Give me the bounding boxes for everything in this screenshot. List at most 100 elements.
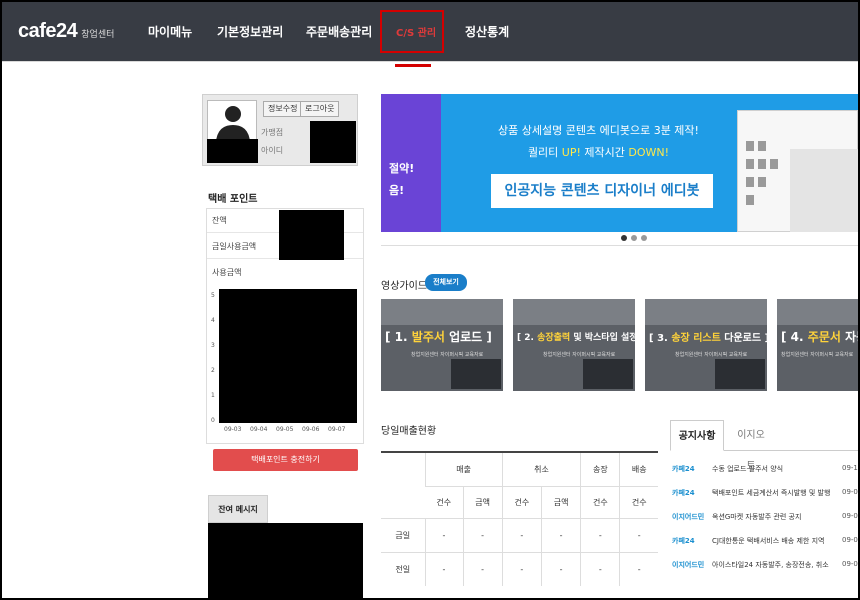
video-card-title: [ 3. 송장 리스트 다운로드 ]: [649, 333, 767, 344]
laptop-image: [451, 359, 501, 389]
active-highlight-box: [380, 10, 444, 53]
table-cell: -: [462, 517, 503, 552]
daily-sales-table: 매출 취소 송장 배송 건수 금액 건수 금액 건수 건수 금일 - - - -…: [381, 451, 658, 586]
redacted-block: [208, 523, 363, 598]
video-card-title: [ 1. 발주서 업로드 ]: [385, 330, 492, 344]
notice-item[interactable]: 카페24 수동 업로드 발주서 양식 09-1: [672, 464, 858, 480]
video-card-title: [ 4. 주문서 자동: [781, 328, 858, 345]
notice-item[interactable]: 카페24 택배포인트 세금계산서 즉시발행 및 발행 09-0: [672, 488, 858, 504]
id-label: 아이디: [261, 146, 284, 155]
laptop-image: [583, 359, 633, 389]
notice-item[interactable]: 카페24 CJ대한통운 택배서비스 배송 제한 지역 09-0: [672, 536, 858, 552]
column-header: 건수: [580, 485, 620, 518]
notice-date: 09-1: [842, 464, 858, 472]
nav-label: 정산통계: [465, 25, 510, 39]
profile-panel: 정보수정 로그아웃 가맹점 아이디: [202, 94, 358, 166]
mockup-thumb: [746, 195, 754, 205]
table-cell: -: [619, 551, 658, 586]
sms-remaining-tab[interactable]: 잔여 메시지: [208, 495, 268, 523]
recharge-points-button[interactable]: 택배포인트 충전하기: [213, 449, 358, 471]
nav-item-basic-info[interactable]: 기본정보관리: [217, 2, 283, 61]
page: cafe24 창업센터 마이메뉴 기본정보관리 주문배송관리 C/S 관리 정산…: [2, 2, 858, 598]
banner-headline: 상품 상세설명 콘텐츠 에디봇으로 3분 제작!: [498, 124, 699, 137]
table-cell: -: [540, 517, 581, 552]
video-card[interactable]: [ 1. 발주서 업로드 ] 창업지원센터 자이퍼시픽 교육자료: [381, 299, 503, 391]
x-tick: 09-06: [302, 426, 320, 433]
nav-label: 주문배송관리: [306, 25, 373, 39]
notice-tag: 이지어드민: [672, 561, 705, 569]
video-title-rest: 및 박스타입 설정: [570, 333, 635, 343]
notice-item[interactable]: 이지어드민 옥션G마켓 자동발주 관련 공지 09-0: [672, 512, 858, 528]
store-label: 가맹점: [261, 128, 284, 137]
edit-info-button[interactable]: 정보수정: [263, 101, 303, 117]
notice-tag: 이지어드민: [672, 513, 705, 521]
notice-text: 택배포인트 세금계산서 즉시발행 및 발행: [712, 489, 831, 497]
carousel-dot[interactable]: [631, 235, 637, 241]
usage-chart-area: [219, 289, 357, 423]
column-header: 건수: [425, 485, 463, 518]
daily-sales-title: 당일매출현황: [381, 426, 437, 437]
banner-cta[interactable]: 인공지능 콘텐츠 디자이너 에디봇: [491, 174, 713, 208]
view-all-button[interactable]: 전체보기: [425, 274, 467, 291]
nav-label: 기본정보관리: [217, 25, 284, 39]
video-caption: 창업지원센터 자이퍼시픽 교육자료: [411, 352, 484, 358]
notice-tag: 카페24: [672, 489, 695, 497]
banner-carousel[interactable]: 절약! 음! 상품 상세설명 콘텐츠 에디봇으로 3분 제작! 퀄리티 UP! …: [381, 94, 858, 246]
banner-prev-slide: 절약! 음!: [381, 94, 441, 232]
logo[interactable]: cafe24 창업센터: [18, 20, 114, 43]
video-caption: 창업지원센터 자이퍼시픽 교육자료: [781, 352, 854, 358]
tab-notices[interactable]: 공지사항: [670, 420, 724, 451]
nav-item-settlement[interactable]: 정산통계: [465, 2, 509, 61]
tab-ezauto[interactable]: 이지오토: [734, 420, 768, 472]
table-cell: -: [501, 517, 542, 552]
banner-side-text: 음!: [389, 184, 405, 197]
banner-sub-c: 제작시간: [580, 146, 629, 159]
notice-text: 옥션G마켓 자동발주 관련 공지: [712, 513, 802, 521]
today-usage-label: 금일사용금액: [212, 242, 257, 251]
notice-date: 09-0: [842, 536, 858, 544]
mockup-thumb: [758, 141, 766, 151]
video-title-key: 송장출력: [537, 333, 571, 343]
table-cell: -: [424, 517, 463, 552]
notice-tabs: 공지사항 이지오토: [670, 420, 858, 472]
video-card[interactable]: [ 2. 송장출력 및 박스타입 설정 ] 창업지원센터 자이퍼시픽 교육자료: [513, 299, 635, 391]
group-header: 송장: [580, 451, 620, 486]
video-caption: 창업지원센터 자이퍼시픽 교육자료: [543, 352, 616, 358]
carousel-dots: [621, 235, 647, 241]
nav-item-my-menu[interactable]: 마이메뉴: [148, 2, 192, 61]
carousel-dot[interactable]: [641, 235, 647, 241]
column-header: 건수: [619, 485, 658, 518]
video-title-key: 발주서: [411, 330, 445, 344]
table-row: 전일 - - - - - -: [381, 551, 658, 586]
mockup-thumb: [758, 177, 766, 187]
notice-item[interactable]: 이지어드민 아이스타일24 자동발주, 송장전송, 취소 09-0: [672, 560, 858, 576]
video-guide-title: 영상가이드: [381, 281, 427, 292]
table-cell: -: [462, 551, 503, 586]
group-header: 배송: [619, 451, 658, 486]
mockup-thumb: [746, 159, 754, 169]
column-header: 금액: [540, 485, 581, 518]
table-cell: -: [501, 551, 542, 586]
carousel-dot[interactable]: [621, 235, 627, 241]
video-num: 4.: [790, 330, 804, 344]
subnav-divider: [2, 61, 858, 62]
notice-date: 09-0: [842, 488, 858, 496]
banner-slide[interactable]: 절약! 음! 상품 상세설명 콘텐츠 에디봇으로 3분 제작! 퀄리티 UP! …: [381, 94, 858, 232]
video-card-title: [ 2. 송장출력 및 박스타입 설정 ]: [517, 330, 635, 343]
video-caption: 창업지원센터 자이퍼시픽 교육자료: [675, 352, 748, 358]
points-title: 택배 포인트: [208, 194, 258, 205]
table-cell: -: [424, 551, 463, 586]
mockup-thumb: [770, 159, 778, 169]
video-card[interactable]: [ 3. 송장 리스트 다운로드 ] 창업지원센터 자이퍼시픽 교육자료: [645, 299, 767, 391]
table-cell: -: [580, 517, 620, 552]
nav-item-order-shipping[interactable]: 주문배송관리: [306, 2, 372, 61]
video-card[interactable]: [ 4. 주문서 자동 창업지원센터 자이퍼시픽 교육자료: [777, 299, 858, 391]
video-title-rest: 업로드: [444, 330, 483, 344]
usage-label: 사용금액: [212, 268, 242, 277]
logout-button[interactable]: 로그아웃: [300, 101, 340, 117]
logo-subtitle: 창업센터: [81, 30, 115, 40]
user-icon: [216, 106, 250, 139]
video-num: 1.: [394, 330, 408, 344]
banner-app-mockup: [737, 110, 858, 232]
table-corner: [381, 451, 425, 518]
